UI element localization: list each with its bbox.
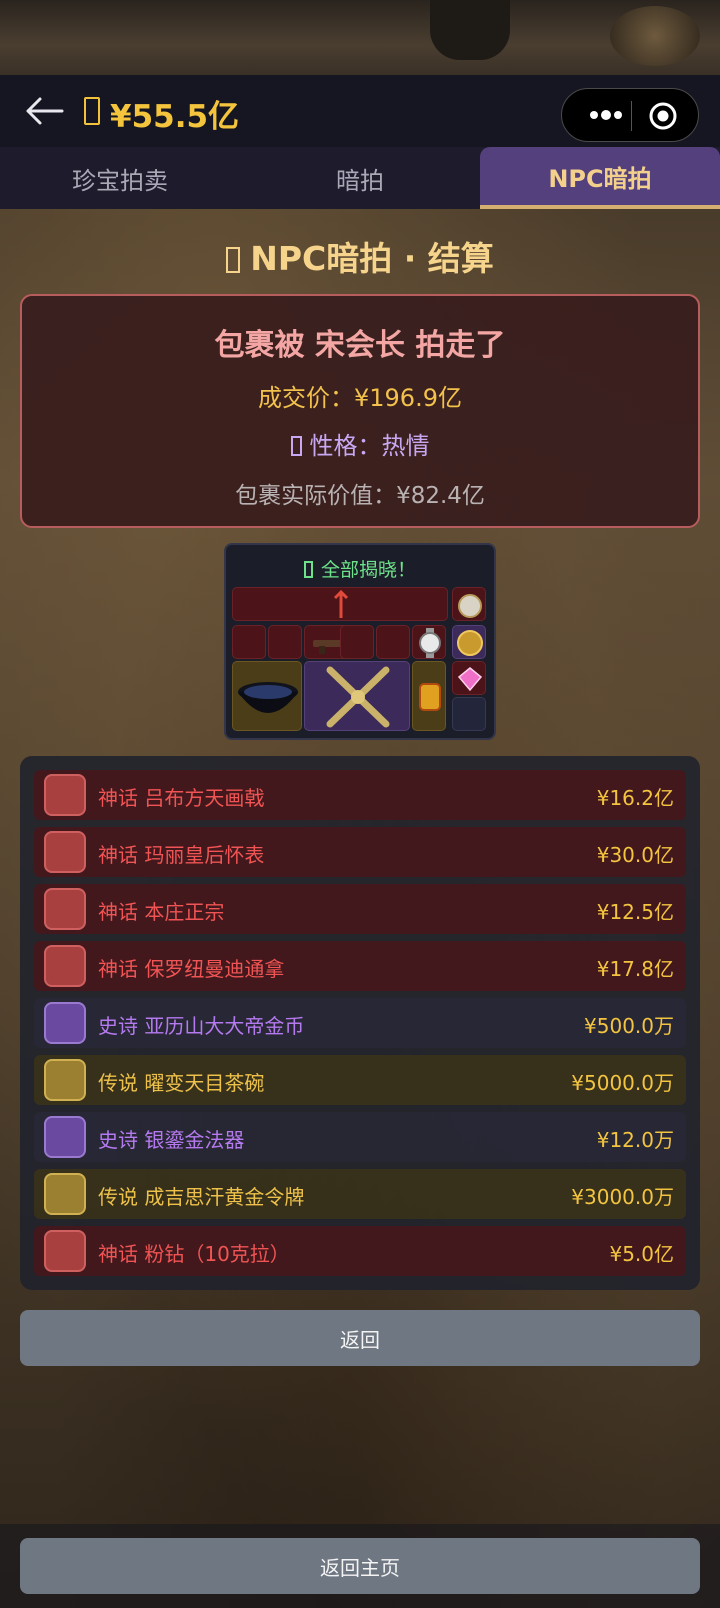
item-list: 神话 吕布方天画戟 ¥16.2亿 神话 玛丽皇后怀表 ¥30.0亿 神话 本庄正… — [20, 756, 700, 1290]
tab-blind-auction[interactable]: 暗拍 — [240, 147, 480, 209]
grid-cell — [340, 625, 374, 659]
item-price: ¥5.0亿 — [609, 1242, 674, 1266]
grid-item-halberd — [232, 587, 448, 621]
item-price: ¥500.0万 — [584, 1014, 674, 1038]
emoji-placeholder-icon — [290, 436, 302, 456]
halberd-icon — [44, 774, 86, 816]
item-price: ¥17.8亿 — [596, 957, 674, 981]
emoji-placeholder-icon — [226, 247, 241, 273]
capsule-divider — [631, 101, 632, 131]
pink-diamond-icon — [457, 667, 483, 692]
background-photo — [0, 0, 720, 75]
item-price: ¥12.0万 — [596, 1128, 674, 1152]
item-name: 神话 吕布方天画戟 — [98, 786, 265, 810]
settlement-result-card: 包裹被 宋会长 拍走了 成交价：¥196.9亿 性格：热情 包裹实际价值：¥82… — [20, 294, 700, 528]
tab-npc-blind-auction[interactable]: NPC暗拍 — [480, 147, 720, 209]
list-item: 神话 吕布方天画戟 ¥16.2亿 — [34, 770, 686, 820]
inkwell-decoration — [430, 0, 510, 60]
grid-cell — [376, 625, 410, 659]
reveal-status: 全部揭晓！ — [226, 555, 494, 582]
grid-item-tea-bowl — [232, 661, 302, 731]
vajra-icon — [326, 666, 390, 728]
winner-text: 包裹被 宋会长 拍走了 — [214, 328, 506, 363]
halberd-icon — [333, 589, 349, 618]
money-icon — [84, 97, 100, 125]
grid-item-pink-diamond — [452, 661, 486, 695]
page-title: NPC暗拍 · 结算 — [0, 232, 720, 280]
list-item: 神话 保罗纽曼迪通拿 ¥17.8亿 — [34, 941, 686, 991]
item-price: ¥5000.0万 — [571, 1071, 674, 1095]
grid-item-gold-tablet — [412, 661, 446, 731]
item-name: 传说 曜变天目茶碗 — [98, 1071, 265, 1095]
item-name: 史诗 亚历山大大帝金币 — [98, 1014, 305, 1038]
vajra-icon — [44, 1116, 86, 1158]
grid-cell-empty — [452, 697, 486, 731]
npc-personality: 性格：热情 — [22, 426, 698, 461]
deal-price: 成交价：¥196.9亿 — [258, 384, 462, 412]
wristwatch-icon — [419, 628, 441, 658]
back-arrow-icon[interactable] — [22, 93, 66, 129]
item-name: 神话 粉钻（10克拉） — [98, 1242, 290, 1266]
gold-tablet-icon — [44, 1173, 86, 1215]
page-title-text: NPC暗拍 · 结算 — [250, 239, 494, 278]
emoji-placeholder-icon — [303, 561, 313, 578]
tea-bowl-icon — [238, 682, 298, 713]
item-price: ¥12.5亿 — [596, 900, 674, 924]
gold-coin-icon — [44, 1002, 86, 1044]
tab-treasure-auction[interactable]: 珍宝拍卖 — [0, 147, 240, 209]
list-item: 传说 成吉思汗黄金令牌 ¥3000.0万 — [34, 1169, 686, 1219]
item-name: 神话 玛丽皇后怀表 — [98, 843, 265, 867]
item-name: 史诗 银鎏金法器 — [98, 1128, 245, 1152]
item-name: 神话 保罗纽曼迪通拿 — [98, 957, 285, 981]
balance-amount: ¥55.5亿 — [110, 99, 240, 135]
personality-text: 性格：热情 — [309, 432, 430, 460]
item-name: 传说 成吉思汗黄金令牌 — [98, 1185, 305, 1209]
close-target-icon[interactable] — [648, 101, 678, 131]
list-item: 神话 粉钻（10克拉） ¥5.0亿 — [34, 1226, 686, 1276]
reveal-text: 全部揭晓！ — [320, 559, 416, 581]
pocket-watch-icon — [458, 594, 482, 618]
mini-program-capsule — [561, 88, 699, 142]
item-price: ¥3000.0万 — [571, 1185, 674, 1209]
more-icon[interactable] — [582, 101, 630, 129]
grid-cell — [232, 625, 266, 659]
wristwatch-icon — [44, 945, 86, 987]
list-item: 传说 曜变天目茶碗 ¥5000.0万 — [34, 1055, 686, 1105]
grid-item-gold-coin — [452, 625, 486, 659]
list-item: 神话 本庄正宗 ¥12.5亿 — [34, 884, 686, 934]
package-actual-value: 包裹实际价值：¥82.4亿 — [235, 483, 485, 509]
list-item: 史诗 亚历山大大帝金币 ¥500.0万 — [34, 998, 686, 1048]
pocket-watch-icon — [44, 831, 86, 873]
package-grid: 全部揭晓！ — [224, 543, 496, 740]
item-name: 神话 本庄正宗 — [98, 900, 225, 924]
navbar: ¥55.5亿 — [0, 75, 720, 147]
katana-icon — [44, 888, 86, 930]
gold-tablet-icon — [419, 683, 441, 711]
grid-item-wristwatch — [412, 625, 446, 659]
list-item: 神话 玛丽皇后怀表 ¥30.0亿 — [34, 827, 686, 877]
back-button[interactable]: 返回 — [20, 1310, 700, 1366]
compass-decoration — [610, 6, 700, 66]
tea-bowl-icon — [44, 1059, 86, 1101]
gold-coin-icon — [457, 630, 483, 656]
grid-cell — [268, 625, 302, 659]
home-button[interactable]: 返回主页 — [20, 1538, 700, 1594]
item-price: ¥30.0亿 — [596, 843, 674, 867]
item-price: ¥16.2亿 — [596, 786, 674, 810]
grid-item-pocket-watch — [452, 587, 486, 621]
pink-diamond-icon — [44, 1230, 86, 1272]
tab-bar: 珍宝拍卖 暗拍 NPC暗拍 — [0, 147, 720, 209]
grid-item-vajra — [304, 661, 410, 731]
list-item: 史诗 银鎏金法器 ¥12.0万 — [34, 1112, 686, 1162]
